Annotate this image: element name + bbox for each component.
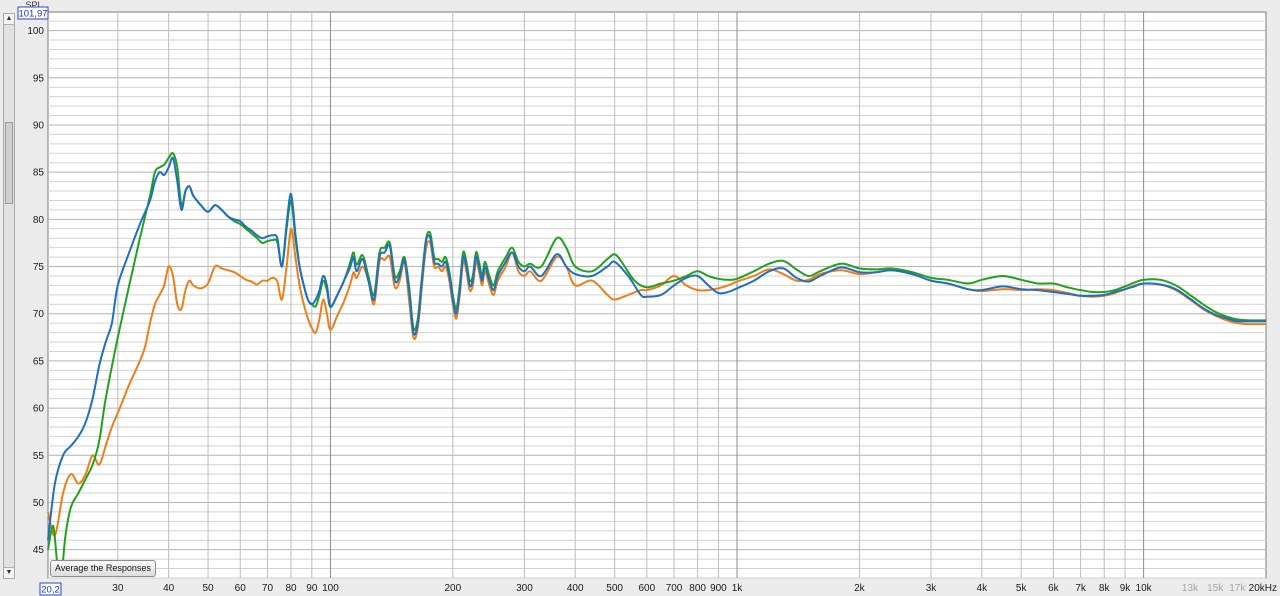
frequency-response-chart[interactable]: 45 50 55 60 65 70 75 80 85 90 95 100 30 40 50 60 70 80 90…	[0, 0, 1280, 596]
x-tick-label: 2k	[854, 583, 866, 594]
x-tick-label: 13k	[1182, 583, 1199, 594]
y-tick-label: 90	[33, 120, 45, 131]
x-tick-label: 9k	[1120, 583, 1132, 594]
x-tick-label: 50	[202, 583, 214, 594]
x-tick-label: 600	[638, 583, 655, 594]
y-top-readout: 101,97	[17, 6, 49, 20]
x-tick-label: 70	[262, 583, 274, 594]
y-tick-label: 95	[33, 73, 45, 84]
x-tick-label: 7k	[1075, 583, 1087, 594]
x-tick-label: 60	[235, 583, 247, 594]
x-tick-label: 8k	[1099, 583, 1111, 594]
x-tick-label: 800	[689, 583, 706, 594]
x-tick-label: 17k	[1229, 583, 1246, 594]
x-tick-label: 30	[112, 583, 124, 594]
y-tick-label: 75	[33, 262, 45, 273]
y-top-readout-value: 101,97	[18, 9, 47, 20]
x-left-readout: 20,2	[39, 582, 62, 596]
x-tick-label: 5k	[1016, 583, 1028, 594]
y-tick-label: 60	[33, 404, 45, 415]
y-tick-label: 55	[33, 451, 45, 462]
x-tick-label: 90	[306, 583, 318, 594]
x-tick-label: 40	[163, 583, 175, 594]
y-tick-label: 70	[33, 309, 45, 320]
x-tick-label: 400	[567, 583, 584, 594]
x-tick-label: 20kHz	[1249, 583, 1277, 594]
x-tick-label: 100	[322, 583, 339, 594]
x-axis-tick-labels: 30 40 50 60 70 80 90 100 200 300 400 500 600 700 800 90…	[112, 583, 1277, 594]
x-tick-label: 700	[666, 583, 683, 594]
x-tick-label: 200	[444, 583, 461, 594]
x-tick-label: 10k	[1136, 583, 1153, 594]
y-tick-label: 50	[33, 498, 45, 509]
x-tick-label: 900	[710, 583, 727, 594]
x-tick-label: 6k	[1048, 583, 1060, 594]
x-tick-label: 500	[606, 583, 623, 594]
x-tick-label: 15k	[1207, 583, 1224, 594]
x-left-readout-value: 20,2	[41, 585, 60, 596]
x-tick-label: 4k	[977, 583, 989, 594]
average-responses-button[interactable]: Average the Responses	[50, 560, 156, 577]
y-axis-tick-labels: 45 50 55 60 65 70 75 80 85 90 95 100	[27, 26, 44, 556]
x-tick-label: 3k	[926, 583, 938, 594]
y-tick-label: 85	[33, 168, 45, 179]
y-tick-label: 80	[33, 215, 45, 226]
y-tick-label: 45	[33, 545, 45, 556]
y-tick-label: 65	[33, 356, 45, 367]
y-tick-label: 100	[27, 26, 44, 37]
x-tick-label: 80	[285, 583, 297, 594]
x-tick-label: 1k	[732, 583, 744, 594]
x-tick-label: 300	[516, 583, 533, 594]
